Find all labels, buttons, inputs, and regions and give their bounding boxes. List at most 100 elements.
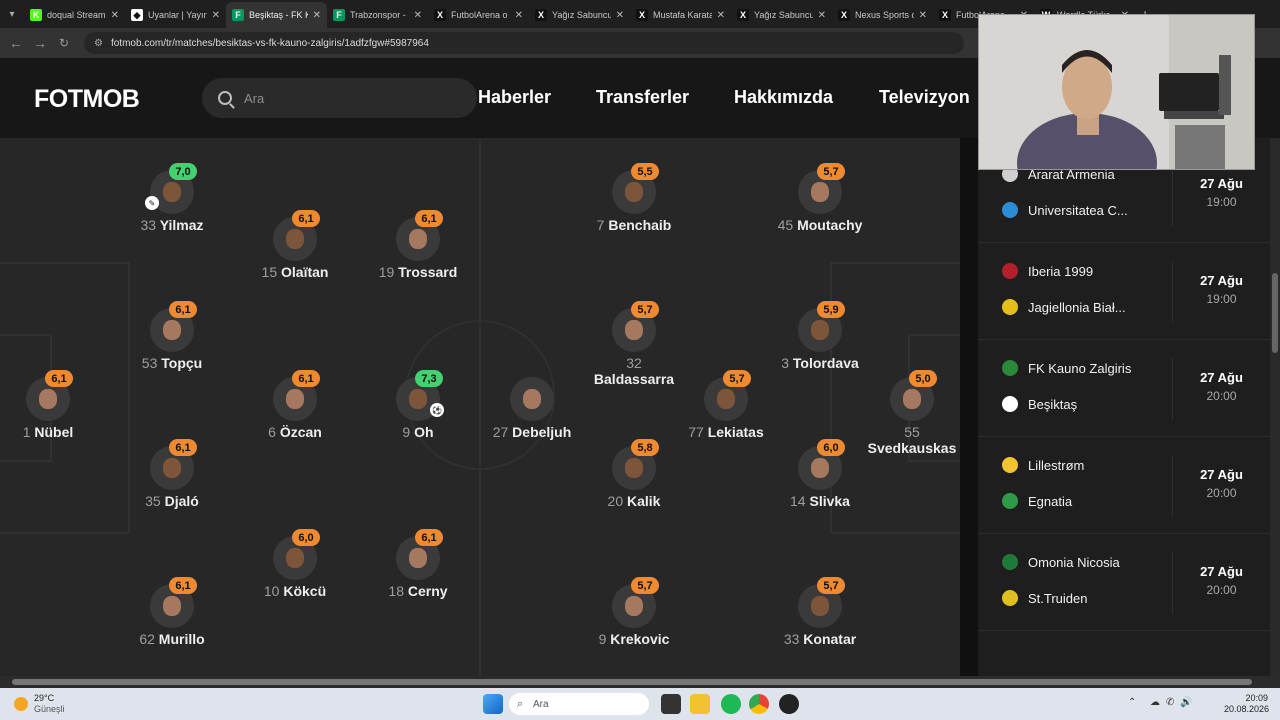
task-view-icon[interactable] bbox=[661, 694, 681, 714]
tab-favicon-icon: K bbox=[30, 9, 42, 21]
horizontal-scrollbar[interactable] bbox=[0, 676, 1280, 688]
player-home[interactable]: 6,1 19 Trossard bbox=[358, 210, 478, 280]
clock[interactable]: 20:09 20.08.2026 bbox=[1224, 693, 1269, 715]
player-away[interactable]: 5,7 77 Lekiatas bbox=[666, 370, 786, 440]
player-rating-badge: 6,1 bbox=[292, 210, 320, 227]
team-logo-icon bbox=[1002, 202, 1018, 218]
browser-tab[interactable]: F Beşiktaş - FK Ka ✕ bbox=[226, 2, 327, 28]
site-info-icon[interactable]: ⚙ bbox=[94, 38, 103, 49]
spotify-icon[interactable] bbox=[721, 694, 741, 714]
player-home[interactable]: 6,1 1 Nübel bbox=[0, 370, 108, 440]
match-datetime: 27 Ağu 19:00 bbox=[1172, 164, 1270, 226]
tab-close-icon[interactable]: ✕ bbox=[919, 10, 927, 21]
player-away[interactable]: 5,0 55 Svedkauskas bbox=[852, 370, 960, 456]
away-team: Jagiellonia Biał... bbox=[1002, 299, 1126, 315]
team-logo-icon bbox=[1002, 554, 1018, 570]
tab-close-icon[interactable]: ✕ bbox=[313, 10, 321, 21]
fotmob-logo[interactable]: FOTMOB bbox=[34, 85, 140, 114]
team-logo-icon bbox=[1002, 299, 1018, 315]
player-home[interactable]: 6,1 53 Topçu bbox=[112, 301, 232, 371]
search-input[interactable]: Ara bbox=[202, 78, 477, 118]
search-placeholder: Ara bbox=[244, 90, 265, 106]
match-row[interactable]: Iberia 1999 Jagiellonia Biał... 27 Ağu 19:0… bbox=[978, 243, 1270, 340]
player-home[interactable]: 6,1 62 Murillo bbox=[112, 577, 232, 647]
browser-tab[interactable]: Kdoqual Stream ✕ bbox=[24, 2, 125, 28]
nav-about[interactable]: Hakkımızda bbox=[734, 87, 833, 108]
assist-icon: ✎ bbox=[145, 196, 159, 210]
player-name: 9 Oh bbox=[402, 424, 434, 440]
player-home[interactable]: 6,1 35 Djaló bbox=[112, 439, 232, 509]
browser-tab[interactable]: X FutbolArena o ✕ bbox=[428, 2, 529, 28]
tab-close-icon[interactable]: ✕ bbox=[212, 10, 220, 21]
windows-start-icon[interactable] bbox=[483, 694, 503, 714]
team-logo-icon bbox=[1002, 360, 1018, 376]
nav-transfers[interactable]: Transferler bbox=[596, 87, 689, 108]
tab-list-icon[interactable]: ▾ bbox=[0, 0, 24, 28]
match-row[interactable]: Lillestrøm Egnatia 27 Ağu 20:00 bbox=[978, 437, 1270, 534]
tab-close-icon[interactable]: ✕ bbox=[717, 10, 725, 21]
tab-close-icon[interactable]: ✕ bbox=[111, 10, 119, 21]
file-explorer-icon[interactable] bbox=[690, 694, 710, 714]
player-home[interactable]: 6,1 18 Cerny bbox=[358, 529, 478, 599]
scrollbar-thumb[interactable] bbox=[1272, 273, 1278, 353]
player-home[interactable]: 7,3 9 Oh bbox=[358, 370, 478, 440]
match-row[interactable]: FK Kauno Zalgiris Beşiktaş 27 Ağu 20:00 bbox=[978, 340, 1270, 437]
player-rating-badge: 6,1 bbox=[415, 529, 443, 546]
app-icon[interactable] bbox=[779, 694, 799, 714]
player-away[interactable]: 5,7 32 Baldassarra bbox=[574, 301, 694, 387]
weather-widget[interactable]: 29°C Güneşli bbox=[34, 693, 65, 715]
player-away[interactable]: 5,7 45 Moutachy bbox=[760, 163, 880, 233]
system-tray-icons[interactable]: ☁✆🔊 bbox=[1150, 697, 1199, 708]
player-away[interactable]: 5,7 9 Krekovic bbox=[574, 577, 694, 647]
away-team: Egnatia bbox=[1002, 493, 1072, 509]
webcam-person-image bbox=[979, 15, 1254, 169]
player-rating-badge: 6,1 bbox=[292, 370, 320, 387]
player-home[interactable]: 6,1 6 Özcan bbox=[235, 370, 355, 440]
tab-close-icon[interactable]: ✕ bbox=[515, 10, 523, 21]
browser-tab[interactable]: X Yağız Sabuncu ✕ bbox=[731, 2, 832, 28]
player-away[interactable]: 5,9 3 Tolordava bbox=[760, 301, 880, 371]
player-name: 45 Moutachy bbox=[777, 217, 863, 233]
player-name: 62 Murillo bbox=[139, 631, 205, 647]
player-home[interactable]: 6,1 15 Olaïtan bbox=[235, 210, 355, 280]
team-logo-icon bbox=[1002, 263, 1018, 279]
player-name: 53 Topçu bbox=[141, 355, 203, 371]
webcam-overlay bbox=[978, 14, 1255, 170]
browser-tab[interactable]: F Trabzonspor - ✕ bbox=[327, 2, 428, 28]
nav-news[interactable]: Haberler bbox=[478, 87, 551, 108]
match-datetime: 27 Ağu 20:00 bbox=[1172, 552, 1270, 614]
player-rating-badge: 6,0 bbox=[817, 439, 845, 456]
url-field[interactable]: ⚙ fotmob.com/tr/matches/besiktas-vs-fk-k… bbox=[84, 32, 964, 54]
reload-icon[interactable]: ↻ bbox=[52, 36, 76, 50]
player-home[interactable]: 6,0 10 Kökcü bbox=[235, 529, 355, 599]
player-home[interactable]: 7,0 33 Yilmaz bbox=[112, 163, 232, 233]
player-away[interactable]: 5,5 7 Benchaib bbox=[574, 163, 694, 233]
taskbar-search[interactable]: ⌕ Ara bbox=[509, 693, 649, 715]
match-row[interactable]: Omonia Nicosia St.Truiden 27 Ağu 20:00 bbox=[978, 534, 1270, 631]
tab-close-icon[interactable]: ✕ bbox=[616, 10, 624, 21]
back-icon[interactable]: ← bbox=[4, 35, 28, 51]
vertical-scrollbar[interactable] bbox=[1270, 138, 1280, 676]
browser-tab[interactable]: ◆ Uyanlar | Yayın ✕ bbox=[125, 2, 226, 28]
nav-tv[interactable]: Televizyon bbox=[879, 87, 970, 108]
player-away[interactable]: 5,7 33 Konatar bbox=[760, 577, 880, 647]
tab-close-icon[interactable]: ✕ bbox=[414, 10, 422, 21]
tab-favicon-icon: X bbox=[939, 9, 951, 21]
tab-close-icon[interactable]: ✕ bbox=[818, 10, 826, 21]
tab-favicon-icon: X bbox=[535, 9, 547, 21]
hscroll-thumb[interactable] bbox=[12, 679, 1252, 685]
player-photo bbox=[510, 377, 554, 421]
tray-chevron-icon[interactable]: ⌃ bbox=[1128, 697, 1136, 708]
search-icon bbox=[218, 91, 232, 105]
tab-strip: Kdoqual Stream ✕ ◆ Uyanlar | Yayın ✕ F Beşikta… bbox=[24, 2, 1135, 28]
home-team: Lillestrøm bbox=[1002, 457, 1084, 473]
browser-tab[interactable]: X Yağız Sabuncu ✕ bbox=[529, 2, 630, 28]
tab-title: doqual Stream bbox=[47, 10, 106, 20]
browser-tab[interactable]: X Nexus Sports o ✕ bbox=[832, 2, 933, 28]
taskbar-search-icon: ⌕ bbox=[517, 697, 524, 710]
player-away[interactable]: 5,8 20 Kalik bbox=[574, 439, 694, 509]
browser-tab[interactable]: X Mustafa Karata ✕ bbox=[630, 2, 731, 28]
player-rating-badge: 5,8 bbox=[631, 439, 659, 456]
chrome-icon[interactable] bbox=[749, 694, 769, 714]
forward-icon[interactable]: → bbox=[28, 35, 52, 51]
